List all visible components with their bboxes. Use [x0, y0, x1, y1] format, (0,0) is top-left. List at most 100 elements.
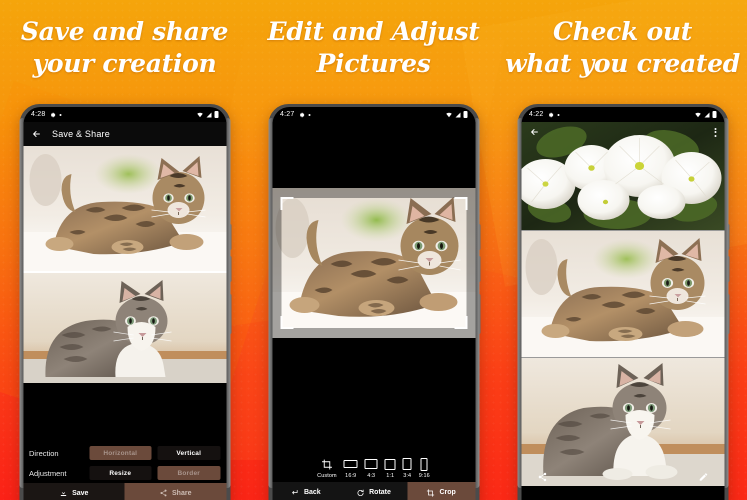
promo-banner: Save and share your creation 4:28 Save &… [0, 0, 747, 500]
phone-screen-1: 4:28 Save & Share Direction Horizontal V… [23, 107, 226, 500]
crop-button[interactable]: Crop [407, 482, 475, 500]
download-icon [60, 490, 66, 496]
status-bar: 4:28 [23, 107, 226, 122]
phone-side-button [477, 256, 480, 282]
crop-image-wrapper [272, 188, 475, 338]
phone-mockup-3: 4:22 [517, 104, 729, 500]
viewer-bottom-overlay [521, 472, 724, 482]
rotate-icon [357, 489, 364, 496]
save-button[interactable]: Save [23, 483, 125, 500]
signal-icon [206, 112, 211, 117]
crop-button-label: Crop [439, 489, 456, 496]
status-bar-right [445, 111, 467, 118]
crop-icon [321, 457, 332, 471]
status-bar-left: 4:28 [31, 111, 62, 118]
direction-option-horizontal[interactable]: Horizontal [89, 446, 152, 460]
share-icon [159, 489, 167, 497]
photo-tabby-cat-lying [23, 146, 226, 271]
save-button-label: Save [72, 489, 89, 497]
share-icon[interactable] [537, 472, 547, 482]
status-time: 4:28 [31, 111, 46, 118]
status-bar: 4:27 [272, 107, 475, 122]
edit-controls-panel: Direction Horizontal Vertical Adjustment… [23, 443, 226, 500]
gear-icon [50, 112, 56, 117]
phone-power-button [477, 294, 480, 334]
app-bar-title: Save & Share [52, 129, 110, 139]
status-time: 4:27 [280, 111, 295, 118]
panel-edit-adjust: Edit and Adjust Pictures 4:27 Custom 16:… [249, 0, 498, 500]
dot-icon [308, 113, 311, 116]
adjustment-option-border[interactable]: Border [157, 466, 220, 480]
aspect-ratio-1-1[interactable]: 1:1 [384, 457, 396, 479]
aspect-ratio-label: Custom [317, 473, 337, 479]
aspect-ratio-16-9[interactable]: 16:9 [343, 457, 358, 479]
rotate-button[interactable]: Rotate [339, 482, 408, 500]
share-button-label: Share [172, 489, 192, 497]
panel-save-share: Save and share your creation 4:28 Save &… [0, 0, 249, 500]
battery-icon [712, 111, 716, 118]
edit-icon[interactable] [698, 472, 708, 482]
crop-handle-bottom-left[interactable] [280, 316, 293, 329]
crop-handle-top-left[interactable] [280, 197, 293, 210]
crop-selection-overlay[interactable] [280, 197, 467, 329]
aspect-ratio-label: 1:1 [386, 473, 395, 479]
share-button[interactable]: Share [124, 483, 226, 500]
headline-line-2: Pictures [316, 49, 431, 78]
control-label-direction: Direction [29, 448, 59, 458]
aspect-ratio-3-4[interactable]: 3:4 [402, 457, 412, 479]
aspect-ratio-9-16[interactable]: 9:16 [419, 457, 430, 479]
panel-check-out: Check out what you created 4:22 [498, 0, 747, 500]
control-row-adjustment: Adjustment Resize Border [23, 463, 226, 483]
ratio-box [343, 457, 358, 471]
phone-side-button [726, 256, 729, 282]
aspect-ratio-bar: Custom 16:9 4:3 1:1 3:4 9:16 [272, 448, 475, 482]
back-arrow-icon[interactable] [529, 127, 539, 137]
headline: Save and share your creation [0, 16, 249, 80]
aspect-ratio-label: 16:9 [345, 473, 357, 479]
back-button-label: Back [303, 489, 321, 496]
status-bar-right [694, 111, 716, 118]
back-button[interactable]: Back [272, 482, 340, 500]
phone-side-button [228, 256, 231, 282]
dot-icon [59, 113, 62, 116]
aspect-ratio-label: 9:16 [418, 473, 430, 479]
phone-mockup-1: 4:28 Save & Share Direction Horizontal V… [19, 104, 231, 500]
battery-icon [214, 111, 218, 118]
crop-stage [272, 188, 475, 338]
gear-icon [299, 112, 305, 117]
signal-icon [455, 112, 460, 117]
aspect-ratio-label: 3:4 [403, 473, 412, 479]
aspect-ratio-custom[interactable]: Custom [317, 457, 337, 479]
phone-power-button [726, 294, 729, 334]
phone-screen-2: 4:27 Custom 16:9 4:3 1:1 3:4 9:16 Back R… [272, 107, 475, 500]
crop-icon [426, 488, 435, 497]
phone-side-button [228, 224, 231, 250]
status-bar-right [196, 111, 218, 118]
headline-line-2: your creation [32, 49, 217, 78]
phone-side-button [477, 224, 480, 250]
crop-handle-top-right[interactable] [454, 197, 467, 210]
dot-icon [557, 113, 560, 116]
editor-bottom-bar: Back Rotate Crop [272, 482, 475, 500]
headline: Edit and Adjust Pictures [249, 16, 498, 80]
ratio-box [420, 457, 428, 471]
gear-icon [548, 112, 554, 117]
back-arrow-icon[interactable] [31, 129, 41, 139]
control-label-adjustment: Adjustment [29, 468, 67, 478]
headline: Check out what you created [498, 16, 747, 80]
wifi-icon [196, 112, 203, 117]
crop-handle-bottom-right[interactable] [454, 316, 467, 329]
photo-tabby-white-cat [521, 358, 724, 486]
ratio-box [364, 457, 378, 471]
aspect-ratio-4-3[interactable]: 4:3 [364, 457, 378, 479]
adjustment-option-resize[interactable]: Resize [89, 466, 152, 480]
kebab-menu-icon[interactable] [714, 127, 716, 137]
headline-line-1: Check out [553, 17, 692, 46]
aspect-ratio-label: 4:3 [367, 473, 376, 479]
phone-side-button [726, 224, 729, 250]
control-row-direction: Direction Horizontal Vertical [23, 443, 226, 463]
direction-option-vertical[interactable]: Vertical [157, 446, 220, 460]
viewer-top-overlay [521, 122, 724, 142]
app-bar: Save & Share [23, 122, 226, 146]
phone-mockup-2: 4:27 Custom 16:9 4:3 1:1 3:4 9:16 Back R… [268, 104, 480, 500]
